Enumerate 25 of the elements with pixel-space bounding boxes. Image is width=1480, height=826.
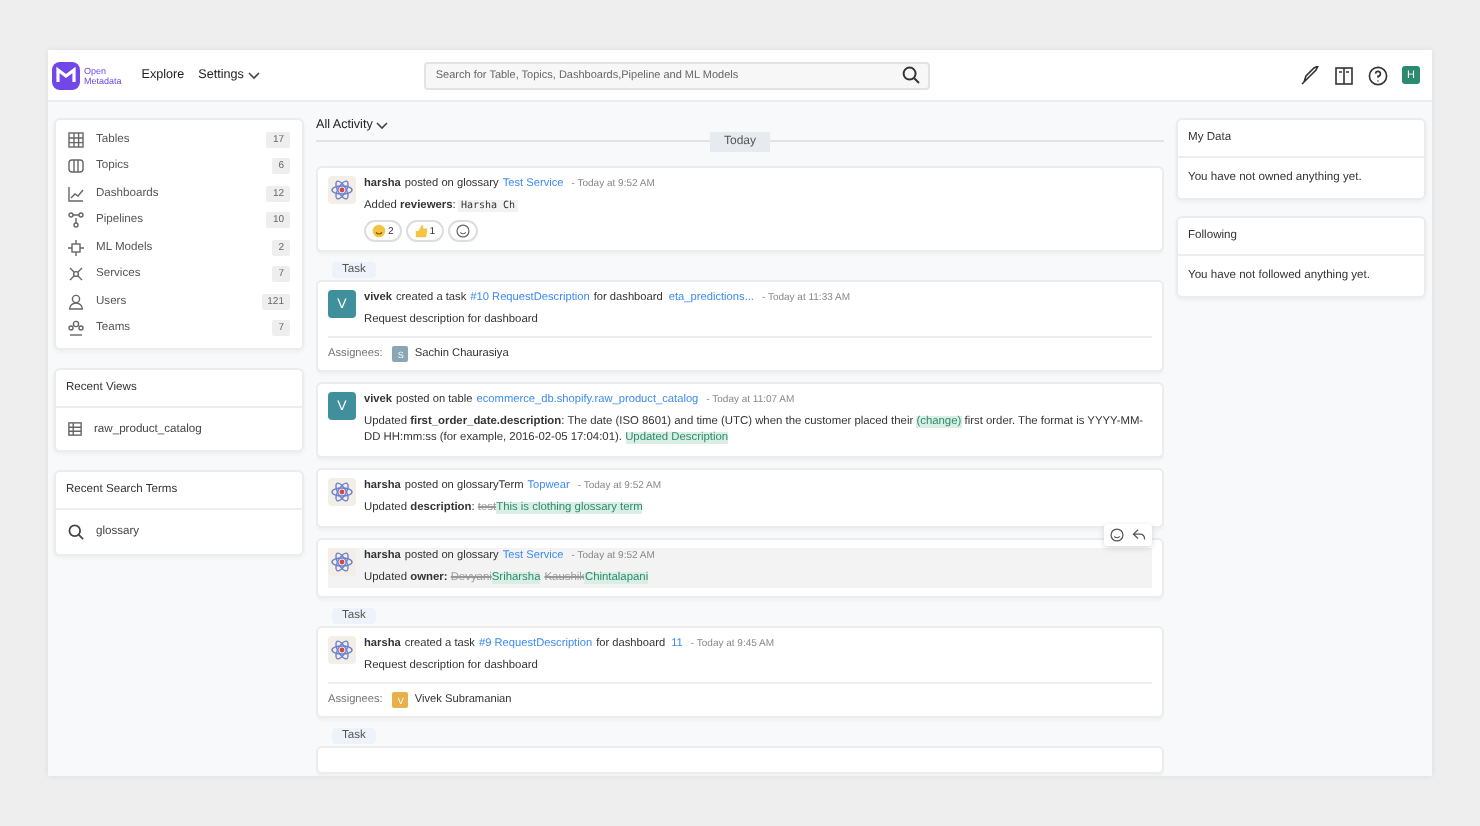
line-chart-icon [68, 185, 84, 202]
pipeline-icon [68, 212, 84, 229]
chevron-down-icon [247, 71, 260, 79]
chip-icon [68, 239, 84, 256]
add-reaction-icon[interactable] [1110, 528, 1124, 542]
atom-avatar-icon [328, 478, 356, 506]
network-icon [68, 266, 84, 283]
smiley-icon [372, 224, 386, 238]
book-icon[interactable] [1334, 65, 1354, 85]
table-icon [68, 422, 82, 436]
chevron-down-icon [376, 121, 389, 129]
table-icon [68, 131, 84, 148]
user-icon [68, 293, 84, 310]
reply-icon[interactable] [1132, 528, 1146, 542]
thumbs-up-icon [413, 224, 428, 238]
search-icon [68, 524, 84, 540]
search-icon [901, 66, 920, 84]
help-icon[interactable] [1368, 65, 1388, 85]
add-reaction-button[interactable] [447, 220, 478, 242]
atom-avatar-icon [328, 548, 356, 576]
atom-avatar-icon [328, 636, 356, 664]
atom-avatar-icon [328, 176, 356, 204]
team-icon [68, 320, 84, 337]
smiley-icon [455, 224, 470, 238]
topic-icon [68, 158, 84, 175]
